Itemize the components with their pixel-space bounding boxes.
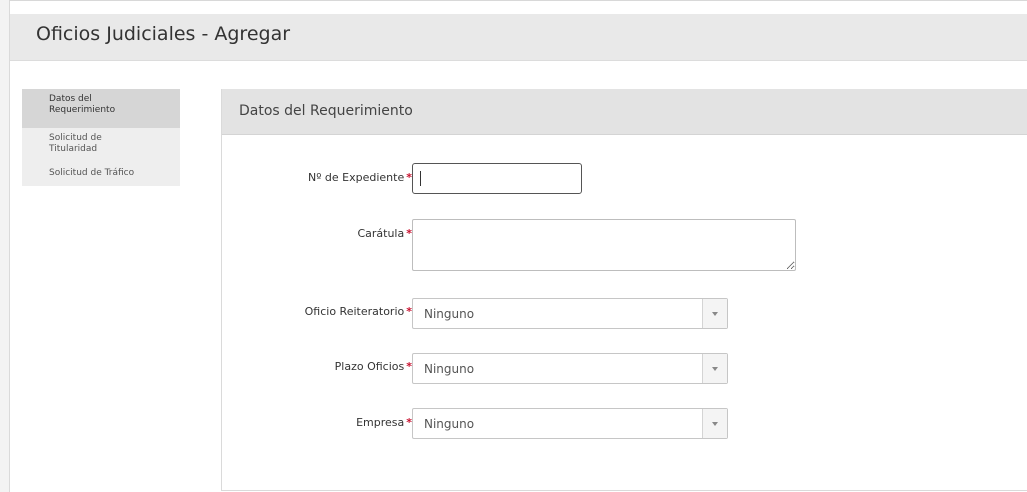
plazo-oficios-select[interactable]: Ninguno xyxy=(412,353,728,384)
dropdown-toggle[interactable] xyxy=(702,354,727,383)
panel-title: Datos del Requerimiento xyxy=(239,103,413,119)
chevron-down-icon xyxy=(712,422,718,426)
page-header: Oficios Judiciales - Agregar xyxy=(10,14,1027,61)
page-title: Oficios Judiciales - Agregar xyxy=(36,23,291,45)
oficio-reiteratorio-select[interactable]: Ninguno xyxy=(412,298,728,329)
empresa-select[interactable]: Ninguno xyxy=(412,408,728,439)
empresa-label-text: Empresa xyxy=(356,416,405,429)
empresa-value: Ninguno xyxy=(424,417,475,431)
panel-header: Datos del Requerimiento xyxy=(222,89,1027,135)
chevron-down-icon xyxy=(712,312,718,316)
caratula-textarea[interactable] xyxy=(412,219,796,271)
dropdown-toggle[interactable] xyxy=(702,409,727,438)
plazo-oficios-label: Plazo Oficios * xyxy=(335,360,412,373)
sidebar-item-label-line: Solicitud de xyxy=(49,133,102,143)
sidebar-nav: Datos del Requerimiento Solicitud de Tit… xyxy=(22,89,180,186)
plazo-oficios-label-text: Plazo Oficios xyxy=(334,360,405,373)
sidebar-item-solicitud-de-titularidad[interactable]: Solicitud de Titularidad xyxy=(22,128,180,162)
caratula-label-text: Carátula xyxy=(357,227,405,240)
dropdown-toggle[interactable] xyxy=(702,299,727,328)
empresa-label: Empresa * xyxy=(356,416,412,429)
expediente-label-text: Nº de Expediente xyxy=(308,171,405,184)
sidebar-item-label-line: Requerimiento xyxy=(49,105,116,115)
top-divider xyxy=(9,0,1027,1)
plazo-oficios-value: Ninguno xyxy=(424,362,475,376)
caratula-label: Carátula * xyxy=(357,227,412,240)
sidebar-item-label-line: Datos del xyxy=(49,94,92,104)
oficio-reiteratorio-value: Ninguno xyxy=(424,307,475,321)
expediente-input[interactable] xyxy=(412,163,582,194)
expediente-label: Nº de Expediente * xyxy=(308,171,412,184)
sidebar-item-label-line: Titularidad xyxy=(49,144,98,154)
text-cursor xyxy=(420,171,421,186)
oficio-reiteratorio-label-text: Oficio Reiteratorio xyxy=(304,305,405,318)
sidebar-item-label-line: Solicitud de Tráfico xyxy=(49,168,135,178)
oficio-reiteratorio-label: Oficio Reiteratorio * xyxy=(305,305,412,318)
sidebar-item-solicitud-de-trafico[interactable]: Solicitud de Tráfico xyxy=(22,162,180,186)
sidebar-item-datos-del-requerimiento[interactable]: Datos del Requerimiento xyxy=(22,89,180,128)
chevron-down-icon xyxy=(712,367,718,371)
window-left-edge xyxy=(0,0,10,492)
